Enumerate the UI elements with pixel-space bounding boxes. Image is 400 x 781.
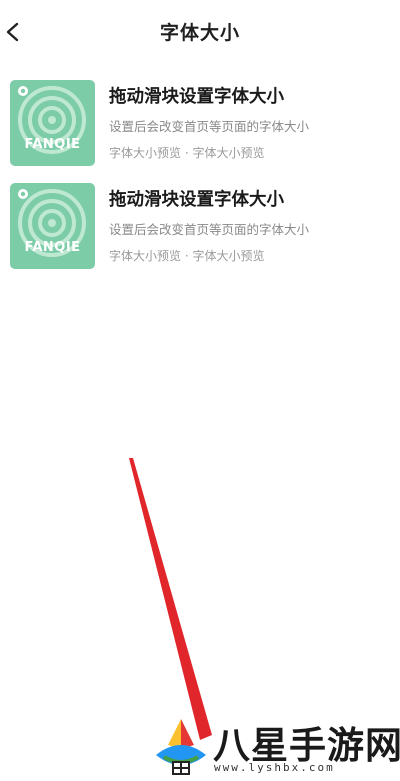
book-cover: FANQIE xyxy=(10,183,95,269)
list-item[interactable]: FANQIE 拖动滑块设置字体大小 设置后会改变首页等页面的字体大小 字体大小预… xyxy=(0,183,400,273)
watermark: 八星手游网 www.lyshbx.com xyxy=(148,713,400,781)
cover-brand-text: FANQIE xyxy=(24,137,81,152)
item-title: 拖动滑块设置字体大小 xyxy=(109,190,284,210)
top-nav-bar: 字体大小 xyxy=(0,0,400,64)
tomato-logo-icon xyxy=(18,189,86,257)
list-item[interactable]: FANQIE 拖动滑块设置字体大小 设置后会改变首页等页面的字体大小 字体大小预… xyxy=(0,80,400,170)
item-meta: 字体大小预览 · 字体大小预览 xyxy=(109,249,265,263)
tomato-logo-icon xyxy=(18,86,86,154)
watermark-url: www.lyshbx.com xyxy=(214,761,335,774)
cover-brand-text: FANQIE xyxy=(24,240,81,255)
page-title: 字体大小 xyxy=(159,22,240,44)
item-subtitle: 设置后会改变首页等页面的字体大小 xyxy=(109,119,310,134)
item-title: 拖动滑块设置字体大小 xyxy=(109,87,284,107)
item-subtitle: 设置后会改变首页等页面的字体大小 xyxy=(109,222,310,237)
watermark-logo-icon xyxy=(156,719,206,775)
app-screen: 字体大小 FANQIE 拖动滑块设置字体大小 设置后会改变首页等页面的字体大小 … xyxy=(0,0,400,781)
item-meta: 字体大小预览 · 字体大小预览 xyxy=(109,146,265,160)
book-cover: FANQIE xyxy=(10,80,95,166)
